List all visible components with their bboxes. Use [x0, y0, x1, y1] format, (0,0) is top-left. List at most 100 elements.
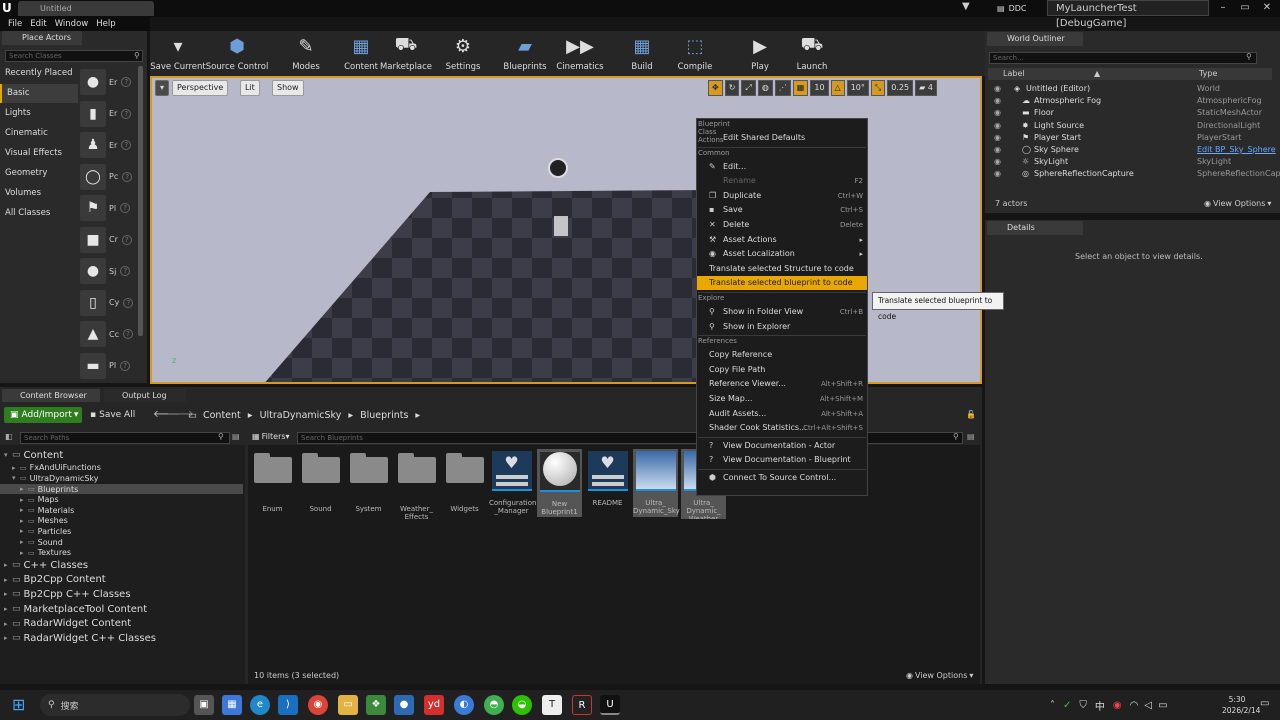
menu-item-save[interactable]: ▪ Save Ctrl+S	[697, 203, 867, 217]
outliner-search-input[interactable]: Search...	[989, 52, 1257, 64]
minimize-button[interactable]: –	[1212, 0, 1234, 16]
save-all-button[interactable]: ▪ Save All	[90, 407, 135, 423]
notification-icon[interactable]: ▼	[962, 1, 978, 15]
category-visual-effects[interactable]: Visual Effects	[0, 144, 78, 163]
visibility-eye-icon[interactable]: ◉	[994, 120, 1001, 132]
filters-button[interactable]: ▦ Filters ▾	[252, 432, 290, 441]
tree-item-bp2cpp-c-classes[interactable]: ▸ ▭ Bp2Cpp C++ Classes	[0, 587, 243, 602]
app-icon-3[interactable]: ◐	[454, 695, 474, 715]
close-button[interactable]: ✕	[1256, 0, 1278, 16]
menu-file[interactable]: File	[8, 19, 22, 29]
lit-button[interactable]: Lit	[240, 80, 260, 96]
visibility-eye-icon[interactable]: ◉	[994, 107, 1001, 119]
menu-item-audit-assets[interactable]: Audit Assets... Alt+Shift+A	[697, 407, 867, 421]
tree-collapse-icon[interactable]: ◧	[5, 432, 13, 441]
menu-item-asset-actions[interactable]: ⚒ Asset Actions ▸	[697, 233, 867, 247]
outliner-row[interactable]: ◉ ◈ Untitled (Editor) World	[988, 83, 1278, 95]
viewport-options-button[interactable]: ▾	[155, 80, 170, 96]
widgets-icon[interactable]: ▦	[222, 695, 242, 715]
show-button[interactable]: Show	[272, 80, 304, 96]
menu-item-connect-to-source-control[interactable]: ⬢ Connect To Source Control...	[697, 471, 867, 485]
tree-item-textures[interactable]: ▸ ▭ Textures	[0, 547, 243, 558]
category-cinematic[interactable]: Cinematic	[0, 124, 78, 143]
menu-item-view-documentation-actor[interactable]: ? View Documentation - Actor	[697, 439, 867, 453]
asset-weather-effects[interactable]: Weather_ Effects	[394, 449, 439, 521]
actor-item[interactable]: ■ Cr?	[80, 225, 140, 255]
app-icon-2[interactable]: ●	[394, 695, 414, 715]
menu-item-duplicate[interactable]: ❐ Duplicate Ctrl+W	[697, 189, 867, 203]
add-import-button[interactable]: ▣ Add/Import ▾	[4, 407, 82, 423]
taskbar-search[interactable]: ⚲ 搜索	[40, 694, 190, 716]
outliner-row[interactable]: ◉ ✸ Light Source DirectionalLight	[988, 120, 1278, 132]
actor-item[interactable]: ▮ Er?	[80, 99, 140, 129]
tree-options-icon[interactable]: ▤	[232, 432, 240, 441]
actor-item[interactable]: ▯ Cy?	[80, 288, 140, 318]
expand-arrow-icon[interactable]: ▸	[20, 517, 28, 525]
rider-icon[interactable]: R	[572, 695, 592, 715]
translate-icon[interactable]: ✥	[708, 80, 723, 96]
tree-item-materials[interactable]: ▸ ▭ Materials	[0, 505, 243, 516]
asset-widgets[interactable]: Widgets	[442, 449, 487, 517]
visibility-eye-icon[interactable]: ◉	[994, 168, 1001, 180]
outliner-row[interactable]: ◉ ◎ SphereReflectionCapture SphereReflectio…	[988, 168, 1280, 180]
help-icon[interactable]: ?	[121, 77, 132, 87]
expand-arrow-icon[interactable]: ▸	[4, 590, 12, 598]
breadcrumb-content[interactable]: Content	[203, 410, 241, 421]
expand-arrow-icon[interactable]: ▸	[20, 549, 28, 557]
expand-arrow-icon[interactable]: ▾	[4, 451, 12, 459]
toolbar-settings-button[interactable]: ⚙ Settings	[431, 34, 495, 74]
breadcrumb-ultradynamicsky[interactable]: UltraDynamicSky	[260, 410, 342, 421]
perspective-button[interactable]: Perspective	[172, 80, 229, 96]
expand-arrow-icon[interactable]: ▸	[20, 506, 28, 514]
toolbar-save-current-button[interactable]: ▾ Save Current	[146, 34, 210, 74]
outliner-row[interactable]: ◉ ▬ Floor StaticMeshActor	[988, 107, 1278, 119]
toolbar-source-control-button[interactable]: ⬢ Source Control	[205, 34, 269, 74]
grid-snap-icon[interactable]: ▦	[792, 80, 809, 96]
toolbar-compile-button[interactable]: ⬚ Compile	[663, 34, 727, 74]
tree-item-radarwidget-c-classes[interactable]: ▸ ▭ RadarWidget C++ Classes	[0, 631, 243, 646]
category-recently-placed[interactable]: Recently Placed	[0, 64, 78, 83]
menu-item-translate-selected-structure-to-code[interactable]: Translate selected Structure to code	[697, 262, 867, 276]
actor-item[interactable]: ▲ Cc?	[80, 319, 140, 349]
tree-item-maps[interactable]: ▸ ▭ Maps	[0, 494, 243, 505]
edge-icon[interactable]: e	[250, 695, 270, 715]
chrome-icon[interactable]: ◉	[308, 695, 328, 715]
outliner-view-options[interactable]: ◉ View Options ▾	[1204, 199, 1271, 208]
level-tab[interactable]: Untitled	[18, 1, 154, 16]
asset-options-icon[interactable]: ▤	[967, 432, 975, 441]
tree-item-content[interactable]: ▾ ▭ Content	[0, 448, 243, 463]
asset-readme[interactable]: ♥ README	[585, 449, 630, 517]
typora-icon[interactable]: T	[542, 695, 562, 715]
place-actors-tab[interactable]: Place Actors	[2, 31, 82, 45]
tree-item-radarwidget-content[interactable]: ▸ ▭ RadarWidget Content	[0, 616, 243, 631]
outliner-row[interactable]: ◉ ⚑ Player Start PlayerStart	[988, 132, 1278, 144]
tree-item-sound[interactable]: ▸ ▭ Sound	[0, 537, 243, 548]
tree-item-blueprints[interactable]: ▸ ▭ Blueprints	[0, 483, 243, 495]
place-scrollbar[interactable]	[138, 66, 143, 336]
menu-item-copy-reference[interactable]: Copy Reference	[697, 348, 867, 362]
outliner-row[interactable]: ◉ ◯ Sky Sphere Edit BP_Sky_Sphere	[988, 144, 1278, 156]
outliner-row[interactable]: ◉ ☁ Atmospheric Fog AtmosphericFog	[988, 95, 1278, 107]
menu-help[interactable]: Help	[96, 19, 115, 29]
visibility-eye-icon[interactable]: ◉	[994, 83, 1001, 95]
outliner-row[interactable]: ◉ ☼ SkyLight SkyLight	[988, 156, 1278, 168]
category-all-classes[interactable]: All Classes	[0, 204, 78, 223]
menu-item-show-in-folder-view[interactable]: ⚲ Show in Folder View Ctrl+B	[697, 305, 867, 319]
menu-item-reference-viewer[interactable]: Reference Viewer... Alt+Shift+R	[697, 377, 867, 391]
menu-item-delete[interactable]: ✕ Delete Delete	[697, 218, 867, 232]
asset-system[interactable]: System	[346, 449, 391, 517]
menu-item-show-in-explorer[interactable]: ⚲ Show in Explorer	[697, 320, 867, 334]
menu-item-size-map[interactable]: Size Map... Alt+Shift+M	[697, 392, 867, 406]
camera-speed-button[interactable]: ▰ 4	[915, 80, 937, 96]
tree-item-meshes[interactable]: ▸ ▭ Meshes	[0, 516, 243, 527]
tree-item-ultradynamicsky[interactable]: ▾ ▭ UltraDynamicSky	[0, 473, 243, 484]
tree-item-fxanduifunctions[interactable]: ▸ ▭ FxAndUiFunctions	[0, 463, 243, 474]
help-icon[interactable]: ?	[120, 266, 131, 276]
menu-item-translate-selected-blueprint-to-code[interactable]: Translate selected blueprint to code	[697, 276, 867, 291]
toolbar-launch-button[interactable]: ⛟ Launch	[780, 34, 844, 74]
menu-item-edit[interactable]: ✎ Edit...	[697, 160, 867, 174]
expand-arrow-icon[interactable]: ▾	[12, 474, 20, 482]
rotate-icon[interactable]: ↻	[724, 80, 740, 96]
menu-item-copy-file-path[interactable]: Copy File Path	[697, 363, 867, 377]
actor-item[interactable]: ◯ Pc?	[80, 162, 140, 192]
